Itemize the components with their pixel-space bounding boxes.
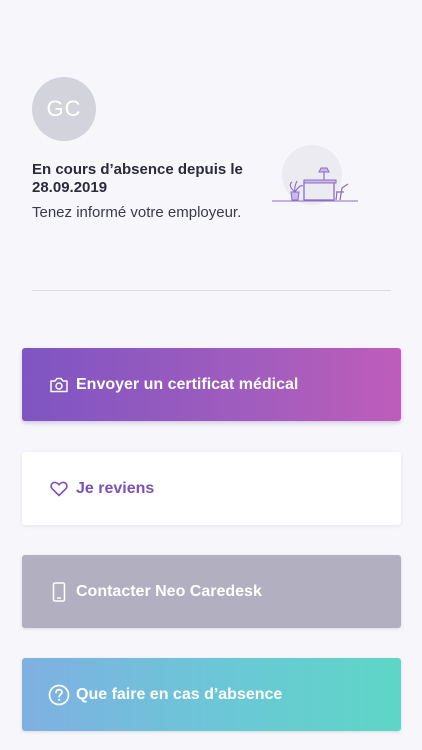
contact-caredesk-button[interactable]: Contacter Neo Caredesk [22, 555, 401, 628]
avatar: GC [32, 77, 96, 141]
send-medical-certificate-button[interactable]: Envoyer un certificat médical [22, 348, 401, 421]
section-divider [32, 290, 391, 291]
question-icon [48, 684, 70, 706]
absence-status-title: En cours d’absence depuis le 28.09.2019 [32, 161, 243, 196]
desk-illustration [270, 144, 362, 214]
contact-caredesk-label: Contacter Neo Caredesk [76, 582, 262, 600]
avatar-initials: GC [46, 96, 82, 121]
phone-icon [48, 581, 70, 603]
i-am-back-label: Je reviens [76, 479, 155, 497]
heart-icon [48, 478, 70, 500]
i-am-back-button[interactable]: Je reviens [22, 452, 401, 525]
absence-help-button[interactable]: Que faire en cas d’absence [22, 658, 401, 731]
camera-icon [48, 374, 70, 396]
send-medical-certificate-label: Envoyer un certificat médical [76, 375, 299, 393]
absence-status-subtitle: Tenez informé votre employeur. [32, 204, 242, 221]
absence-help-label: Que faire en cas d’absence [76, 685, 283, 703]
